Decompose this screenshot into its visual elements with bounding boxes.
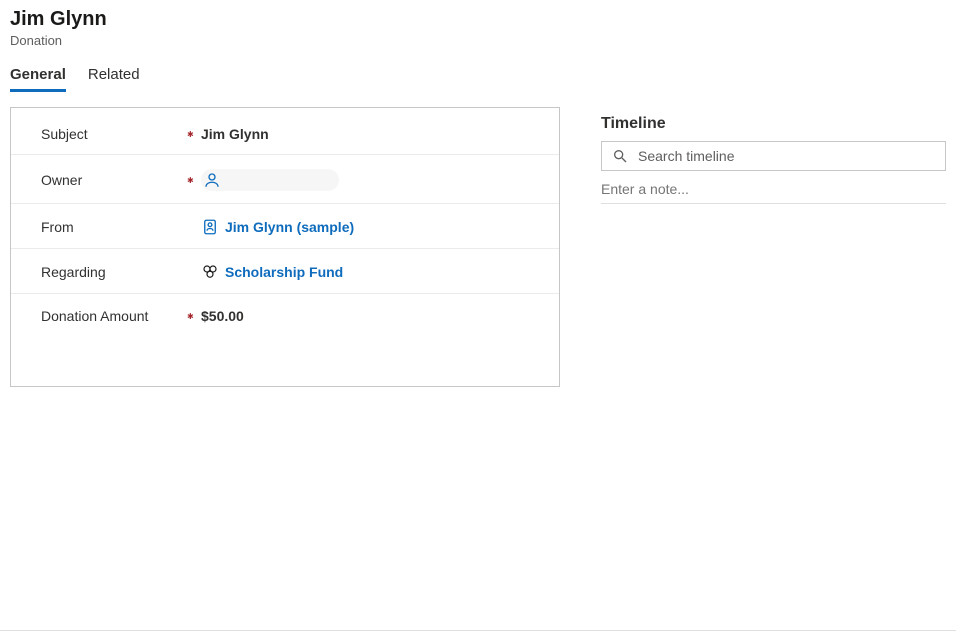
required-spacer <box>187 226 201 228</box>
campaign-icon <box>201 263 219 281</box>
field-regarding[interactable]: Regarding Scholarship Fund <box>11 249 559 294</box>
from-link[interactable]: Jim Glynn (sample) <box>225 219 354 235</box>
regarding-link[interactable]: Scholarship Fund <box>225 264 343 280</box>
tab-general[interactable]: General <box>10 62 66 92</box>
label-owner: Owner <box>41 172 187 188</box>
field-owner[interactable]: Owner ✱ <box>11 155 559 204</box>
value-owner <box>201 169 339 191</box>
value-regarding: Scholarship Fund <box>201 263 343 281</box>
required-asterisk: ✱ <box>187 175 201 185</box>
timeline-panel: Timeline <box>586 107 946 487</box>
required-asterisk: ✱ <box>187 129 201 139</box>
field-donation-amount[interactable]: Donation Amount ✱ $50.00 <box>11 294 559 336</box>
footer-divider <box>0 630 956 631</box>
value-from: Jim Glynn (sample) <box>201 218 354 236</box>
user-icon <box>203 171 221 189</box>
label-from: From <box>41 219 187 235</box>
value-amount: $50.00 <box>201 308 244 324</box>
entity-label: Donation <box>10 33 946 48</box>
required-asterisk: ✱ <box>187 311 201 321</box>
field-from[interactable]: From Jim Glynn (sample) <box>11 204 559 249</box>
timeline-title: Timeline <box>587 107 946 141</box>
form-card: Subject ✱ Jim Glynn Owner ✱ <box>10 107 560 387</box>
record-header: Jim Glynn Donation <box>10 8 946 48</box>
timeline-search[interactable] <box>601 141 946 171</box>
value-subject: Jim Glynn <box>201 126 269 142</box>
timeline-search-input[interactable] <box>638 148 935 164</box>
field-subject[interactable]: Subject ✱ Jim Glynn <box>11 112 559 155</box>
label-amount: Donation Amount <box>41 308 187 324</box>
label-regarding: Regarding <box>41 264 187 280</box>
required-spacer <box>187 271 201 273</box>
tab-strip: General Related <box>10 62 946 93</box>
record-title: Jim Glynn <box>10 8 946 31</box>
contact-icon <box>201 218 219 236</box>
search-icon <box>612 148 628 164</box>
label-subject: Subject <box>41 126 187 142</box>
owner-lookup-pill[interactable] <box>201 169 339 191</box>
tab-related[interactable]: Related <box>88 62 140 92</box>
timeline-note-input[interactable] <box>601 181 946 197</box>
